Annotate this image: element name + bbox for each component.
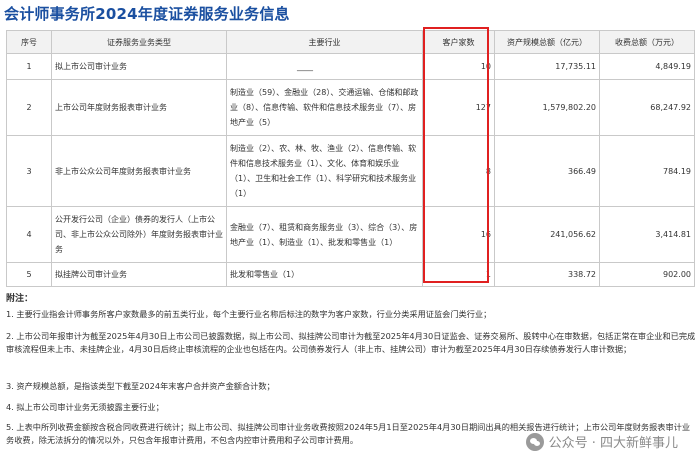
cell-client-count: 127 [422,79,495,136]
cell-asset-total: 17,735.11 [494,53,600,80]
cell-main-industry: 制造业（59）、金融业（28）、交通运输、仓储和邮政业（8）、信息传输、软件和信… [226,79,423,136]
cell-client-count: 10 [422,53,495,80]
table-row: 2 上市公司年度财务报表审计业务 制造业（59）、金融业（28）、交通运输、仓储… [6,79,695,136]
securities-services-table: 序号 证券服务业务类型 主要行业 客户家数 资产规模总额（亿元） 收费总额（万元… [6,30,695,287]
table-row: 3 非上市公众公司年度财务报表审计业务 制造业（2）、农、林、牧、渔业（2）、信… [6,135,695,207]
cell-main-industry: ____ [226,53,423,80]
cell-service-type: 拟挂牌公司审计业务 [51,262,227,287]
note-item: 2. 上市公司年报审计为截至2025年4月30日上市公司已披露数据，拟上市公司、… [6,331,696,354]
note-item: 1. 主要行业指会计师事务所客户家数最多的前五类行业，每个主要行业名称后标注的数… [6,309,492,319]
cell-service-type: 非上市公众公司年度财务报表审计业务 [51,135,227,207]
header-main-industry: 主要行业 [226,30,423,54]
cell-fee-total: 784.19 [599,135,695,207]
cell-asset-total: 1,579,802.20 [494,79,600,136]
header-client-count: 客户家数 [422,30,495,54]
page-title: 会计师事务所2024年度证券服务业务信息 [4,5,290,23]
wechat-icon [525,432,544,451]
cell-fee-total: 3,414.81 [599,206,695,263]
cell-no: 2 [6,79,52,136]
cell-service-type: 上市公司年度财务报表审计业务 [51,79,227,136]
cell-no: 3 [6,135,52,207]
cell-asset-total: 366.49 [494,135,600,207]
cell-client-count: 8 [422,135,495,207]
header-fee-total: 收费总额（万元） [599,30,695,54]
note-item: 4. 拟上市公司审计业务无须披露主要行业； [6,402,164,412]
table-row: 1 拟上市公司审计业务 ____ 10 17,735.11 4,849.19 [6,53,695,80]
cell-fee-total: 902.00 [599,262,695,287]
watermark: 公众号 · 四大新鲜事儿 [525,432,678,451]
table-row: 4 公开发行公司（企业）债券的发行人（上市公司、非上市公众公司除外）年度财务报表… [6,206,695,263]
cell-fee-total: 68,247.92 [599,79,695,136]
cell-no: 4 [6,206,52,263]
cell-asset-total: 338.72 [494,262,600,287]
table-header-row: 序号 证券服务业务类型 主要行业 客户家数 资产规模总额（亿元） 收费总额（万元… [6,30,695,54]
header-no: 序号 [6,30,52,54]
note-item: 3. 资产规模总额，是指该类型下截至2024年末客户合并资产金额合计数； [6,381,275,391]
notes-title: 附注： [6,294,34,304]
watermark-text: 公众号 · 四大新鲜事儿 [548,436,678,451]
cell-client-count: 1 [422,262,495,287]
cell-main-industry: 制造业（2）、农、林、牧、渔业（2）、信息传输、软件和信息技术服务业（1）、文化… [226,135,423,207]
cell-main-industry: 批发和零售业（1） [226,262,423,287]
cell-no: 1 [6,53,52,80]
cell-main-industry: 金融业（7）、租赁和商务服务业（3）、综合（3）、房地产业（1）、制造业（1）、… [226,206,423,263]
header-asset-total: 资产规模总额（亿元） [494,30,600,54]
cell-fee-total: 4,849.19 [599,53,695,80]
header-service-type: 证券服务业务类型 [51,30,227,54]
cell-asset-total: 241,056.62 [494,206,600,263]
cell-client-count: 16 [422,206,495,263]
table-row: 5 拟挂牌公司审计业务 批发和零售业（1） 1 338.72 902.00 [6,262,695,287]
cell-service-type: 公开发行公司（企业）债券的发行人（上市公司、非上市公众公司除外）年度财务报表审计… [51,206,227,263]
cell-service-type: 拟上市公司审计业务 [51,53,227,80]
cell-no: 5 [6,262,52,287]
